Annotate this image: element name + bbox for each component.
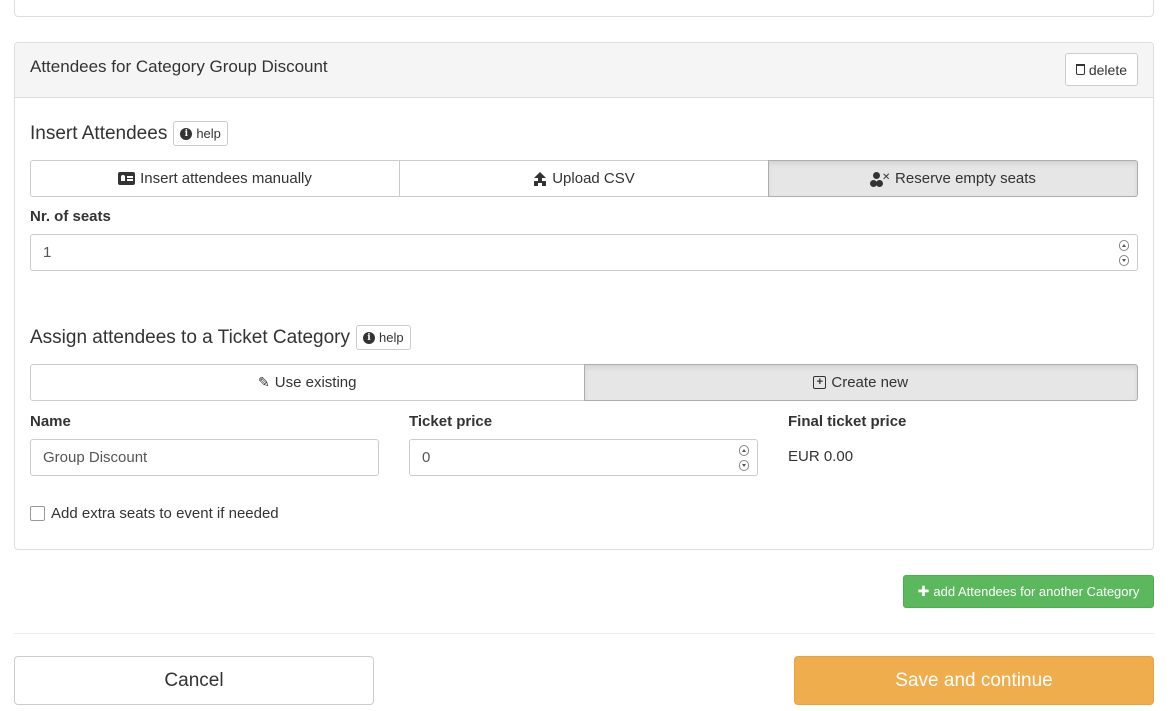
paperclip-icon: ✎ — [258, 374, 270, 390]
delete-button[interactable]: delete — [1064, 53, 1138, 86]
delete-label: delete — [1088, 61, 1127, 78]
create-new-option[interactable]: + Create new — [583, 364, 1138, 401]
trash-icon — [1075, 64, 1085, 75]
info-icon: i — [180, 127, 193, 140]
reserve-seats-label: Reserve empty seats — [895, 170, 1036, 187]
upload-icon — [533, 171, 547, 186]
assign-category-heading: Assign attendees to a Ticket Category i … — [30, 325, 411, 350]
user-times-icon — [870, 172, 890, 185]
panel-title: Attendees for Category Group Discount — [30, 57, 328, 76]
name-input[interactable]: Group Discount — [30, 439, 379, 476]
seats-input[interactable]: 1 — [30, 234, 1138, 271]
reserve-seats-option[interactable]: Reserve empty seats — [768, 160, 1138, 197]
final-price-label: Final ticket price — [788, 413, 907, 430]
decrement-icon[interactable] — [1119, 255, 1129, 266]
add-category-label: add Attendees for another Category — [933, 584, 1140, 599]
name-value: Group Discount — [43, 449, 148, 466]
assign-help-button[interactable]: i help — [356, 325, 411, 350]
name-label: Name — [30, 413, 71, 430]
upload-csv-label: Upload CSV — [552, 170, 635, 187]
extra-seats-checkbox[interactable] — [30, 506, 45, 521]
insert-mode-group: Insert attendees manually Upload CSV Res… — [30, 160, 1138, 197]
decrement-icon[interactable] — [739, 460, 749, 471]
info-icon: i — [363, 331, 376, 344]
previous-panel — [14, 0, 1154, 17]
increment-icon[interactable] — [739, 445, 749, 456]
plus-icon: ✚ — [917, 583, 930, 599]
insert-help-button[interactable]: i help — [173, 121, 228, 146]
insert-manually-label: Insert attendees manually — [140, 170, 312, 187]
category-mode-group: ✎ Use existing + Create new — [30, 364, 1138, 401]
cancel-button[interactable]: Cancel — [14, 656, 374, 705]
ticket-price-value: 0 — [422, 449, 431, 466]
insert-attendees-title: Insert Attendees — [30, 122, 168, 144]
extra-seats-row[interactable]: Add extra seats to event if needed — [30, 505, 279, 522]
help-label: help — [379, 330, 404, 345]
id-card-icon — [118, 172, 136, 185]
upload-csv-option[interactable]: Upload CSV — [399, 160, 769, 197]
increment-icon[interactable] — [1119, 240, 1129, 251]
seats-value: 1 — [43, 244, 52, 261]
add-category-button[interactable]: ✚ add Attendees for another Category — [903, 575, 1154, 608]
price-spinner[interactable] — [739, 445, 749, 471]
seats-spinner[interactable] — [1119, 240, 1129, 266]
seats-label: Nr. of seats — [30, 208, 111, 225]
use-existing-label: Use existing — [274, 374, 357, 391]
insert-attendees-heading: Insert Attendees i help — [30, 121, 228, 146]
save-continue-button[interactable]: Save and continue — [794, 656, 1154, 705]
ticket-price-label: Ticket price — [409, 413, 493, 430]
panel-heading: Attendees for Category Group Discount de… — [15, 43, 1153, 98]
final-price-value: EUR 0.00 — [788, 448, 854, 465]
ticket-price-input[interactable]: 0 — [409, 439, 758, 476]
help-label: help — [196, 126, 221, 141]
plus-square-icon: + — [813, 376, 827, 389]
insert-manually-option[interactable]: Insert attendees manually — [30, 160, 400, 197]
extra-seats-label: Add extra seats to event if needed — [51, 505, 279, 522]
footer-divider — [14, 633, 1154, 634]
assign-category-title: Assign attendees to a Ticket Category — [30, 326, 351, 348]
use-existing-option[interactable]: ✎ Use existing — [30, 364, 585, 401]
create-new-label: Create new — [831, 374, 909, 391]
